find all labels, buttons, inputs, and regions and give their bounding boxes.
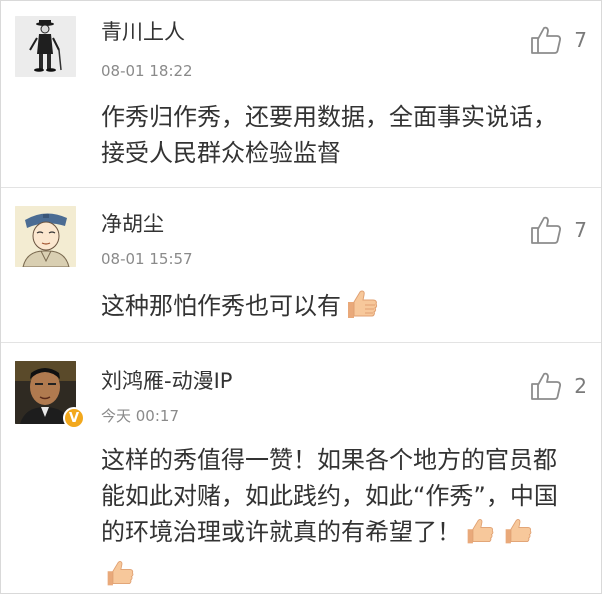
comment-item: 青川上人 08-01 18:22 作秀归作秀，还要用数据，全面事实说话，接受人民…	[1, 1, 601, 188]
avatar[interactable]	[15, 16, 76, 77]
username[interactable]: 净胡尘	[101, 208, 164, 238]
thumbs-up-emoji-icon	[105, 558, 135, 598]
thumbs-up-outline-icon	[531, 26, 562, 54]
like-count: 2	[574, 374, 587, 398]
charlie-chaplin-avatar-image	[15, 16, 76, 77]
comment-item: 净胡尘 08-01 15:57 这种那怕作秀也可以有 7	[1, 188, 601, 343]
timestamp: 08-01 18:22	[101, 62, 193, 80]
comment-text: 这种那怕作秀也可以有	[101, 288, 571, 330]
timestamp: 今天 00:17	[101, 407, 179, 425]
like-button[interactable]: 2	[530, 371, 587, 401]
thumbs-up-emoji-icon	[503, 516, 533, 556]
thumbs-up-outline-icon	[531, 216, 562, 244]
verified-badge: V	[63, 407, 85, 429]
thumbs-up-emoji-icon	[345, 288, 379, 330]
username[interactable]: 青川上人	[101, 16, 185, 46]
comment-text: 作秀归作秀，还要用数据，全面事实说话，接受人民群众检验监督	[101, 103, 557, 167]
timestamp: 08-01 15:57	[101, 250, 193, 268]
username[interactable]: 刘鸿雁-动漫IP	[101, 365, 232, 395]
comment-list: 青川上人 08-01 18:22 作秀归作秀，还要用数据，全面事实说话，接受人民…	[0, 0, 602, 594]
thumbs-up-emoji-icon	[465, 516, 495, 556]
like-button[interactable]: 7	[530, 215, 587, 245]
cartoon-scholar-avatar-image	[15, 206, 76, 267]
like-count: 7	[574, 28, 587, 52]
avatar[interactable]	[15, 206, 76, 267]
like-button[interactable]: 7	[530, 25, 587, 55]
comment-text: 这样的秀值得一赞！如果各个地方的官员都能如此对赌，如此践约，如此“作秀”，中国的…	[101, 442, 571, 598]
comment-item: 刘鸿雁-动漫IP 今天 00:17 这样的秀值得一赞！如果各个地方的官员都能如此…	[1, 343, 601, 595]
thumbs-up-outline-icon	[531, 372, 562, 400]
like-count: 7	[574, 218, 587, 242]
